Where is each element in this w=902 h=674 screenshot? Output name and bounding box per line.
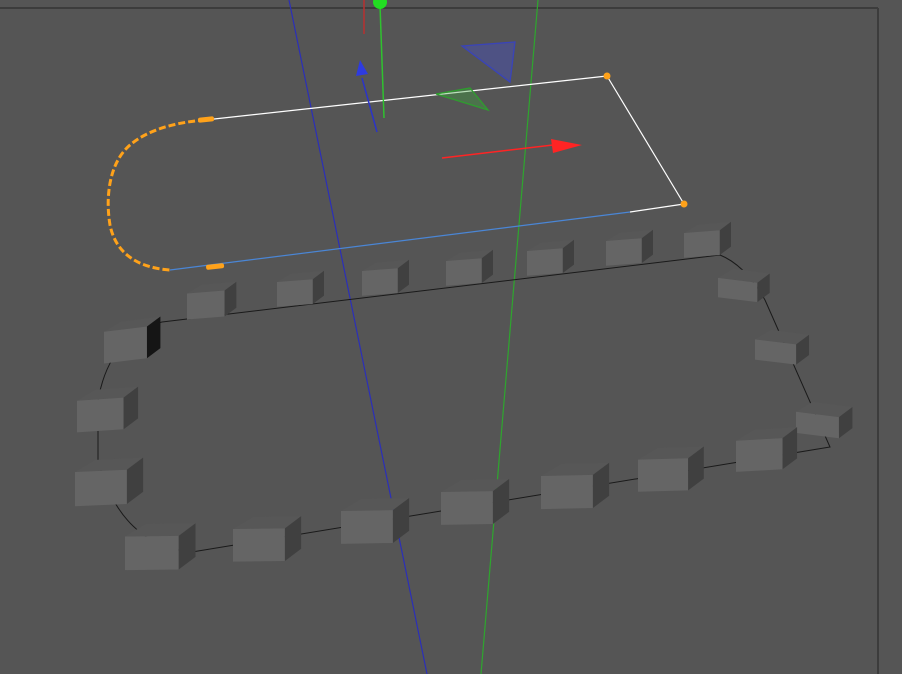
world-z-axis-line — [288, 0, 428, 674]
clone-cube[interactable] — [527, 239, 574, 276]
clone-cube-selected[interactable] — [104, 316, 161, 364]
clone-cube[interactable] — [446, 249, 493, 286]
clone-cube[interactable] — [341, 497, 410, 544]
clone-cube[interactable] — [362, 259, 409, 296]
clone-cube[interactable] — [125, 523, 196, 571]
clone-cube[interactable] — [277, 270, 324, 307]
gizmo-z-shaft — [361, 77, 378, 133]
clone-cube[interactable] — [541, 462, 610, 510]
clone-cube[interactable] — [233, 516, 302, 562]
clone-cube[interactable] — [718, 268, 770, 303]
cloner-clones[interactable] — [75, 221, 853, 571]
world-y-axis-line — [480, 0, 539, 674]
3d-viewport[interactable] — [0, 0, 902, 674]
clone-cube[interactable] — [606, 229, 653, 266]
move-gizmo[interactable] — [356, 0, 582, 159]
spline-point-bottom-left[interactable] — [206, 263, 225, 270]
rectangle-spline[interactable] — [106, 72, 688, 272]
clone-cube[interactable] — [638, 446, 704, 492]
clone-cube[interactable] — [441, 478, 510, 525]
spline-segment-bottom-right[interactable] — [629, 203, 685, 213]
spline-point-top-right[interactable] — [603, 72, 611, 80]
clone-cube[interactable] — [755, 329, 810, 365]
spline-segment-top[interactable] — [204, 75, 608, 121]
spline-point-bottom-right[interactable] — [680, 200, 688, 208]
clone-cube[interactable] — [75, 457, 144, 507]
gizmo-yz-plane-handle[interactable] — [460, 41, 516, 84]
viewport-canvas[interactable] — [0, 0, 902, 674]
gizmo-xz-plane-handle[interactable] — [435, 87, 490, 112]
gizmo-x-shaft — [441, 144, 554, 159]
clone-cube[interactable] — [684, 221, 731, 258]
spline-segment-right[interactable] — [606, 75, 685, 205]
clone-cube[interactable] — [796, 401, 853, 439]
clone-cube[interactable] — [736, 427, 798, 472]
spline-point-top-left[interactable] — [198, 116, 215, 123]
spline-arc-left[interactable] — [106, 118, 206, 272]
clone-cube[interactable] — [77, 386, 139, 433]
gizmo-x-arrow[interactable] — [551, 139, 582, 153]
gizmo-z-arrow[interactable] — [356, 60, 368, 76]
